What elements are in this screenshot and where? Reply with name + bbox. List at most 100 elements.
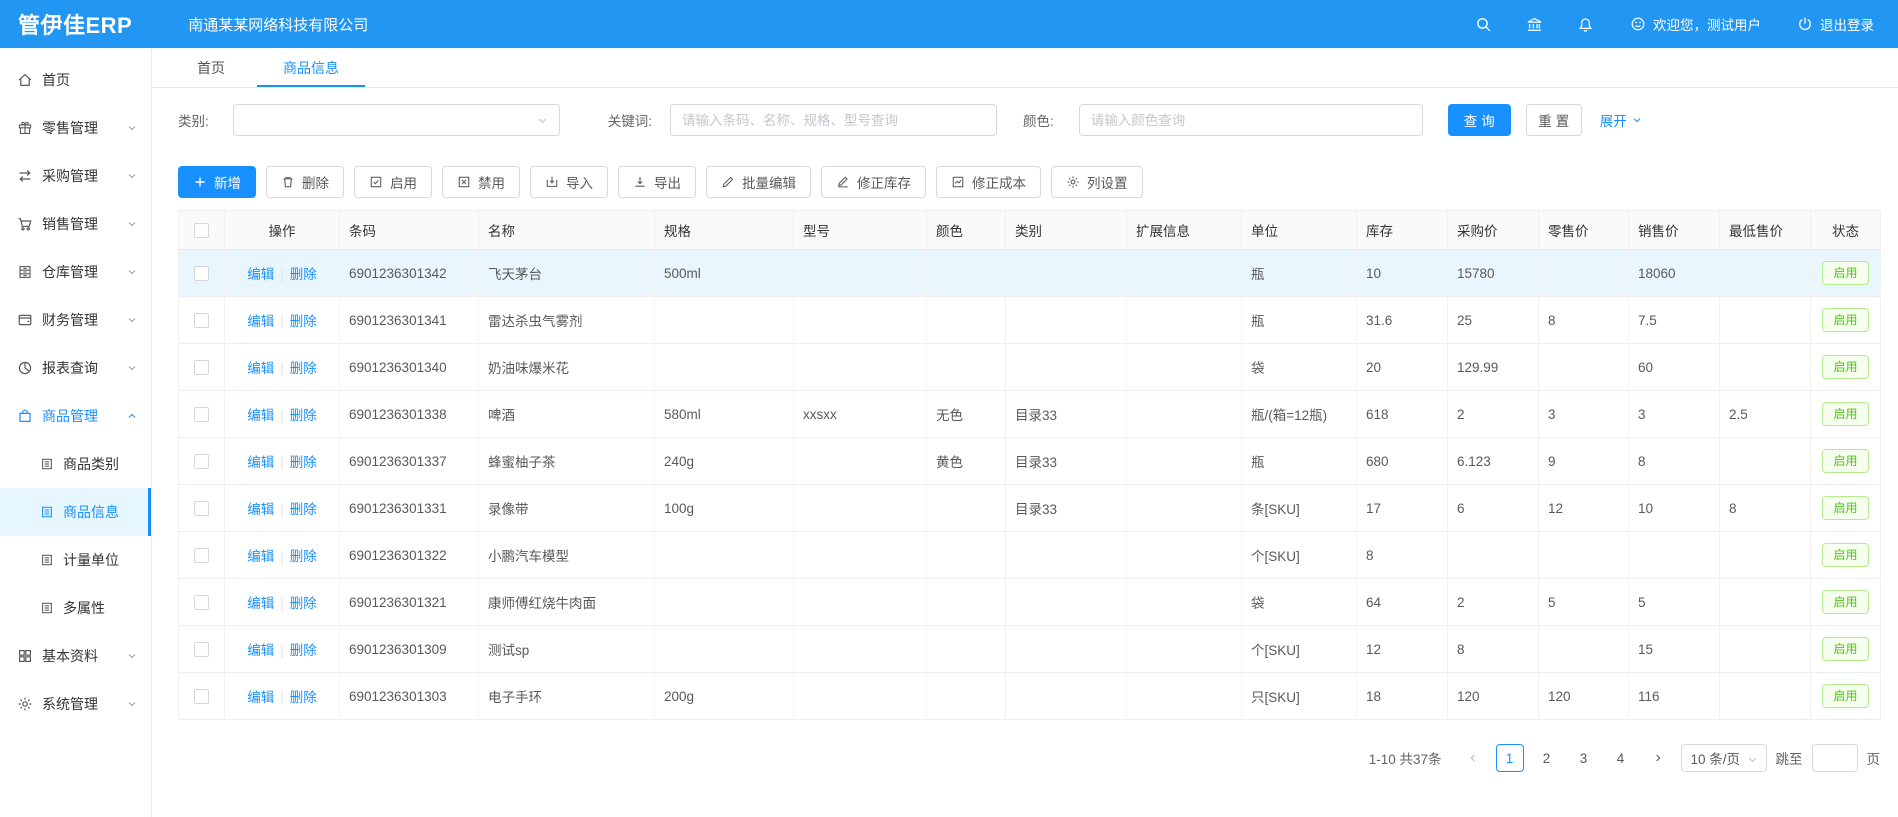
delete-link[interactable]: 删除 <box>290 455 317 470</box>
add-button[interactable]: 新增 <box>178 166 256 198</box>
sidebar-item-sales[interactable]: 销售管理 <box>0 200 151 248</box>
color-input[interactable] <box>1079 104 1423 136</box>
jump-page-input[interactable] <box>1812 744 1858 772</box>
edit-link[interactable]: 编辑 <box>247 690 274 705</box>
export-button[interactable]: 导出 <box>618 166 696 198</box>
actions-cell: 编辑|删除 <box>225 485 340 532</box>
sidebar-item-measure-unit[interactable]: 计量单位 <box>0 536 151 584</box>
grid-icon <box>17 648 33 664</box>
cell-color <box>927 673 1006 720</box>
sidebar-item-home[interactable]: 首页 <box>0 56 151 104</box>
page-button-4[interactable]: 4 <box>1607 744 1635 772</box>
page-button-2[interactable]: 2 <box>1533 744 1561 772</box>
action-separator: | <box>280 643 284 658</box>
wallet-icon <box>17 312 33 328</box>
column-settings-button[interactable]: 列设置 <box>1051 166 1143 198</box>
delete-link[interactable]: 删除 <box>290 361 317 376</box>
cell-unit: 个[SKU] <box>1242 626 1357 673</box>
delete-link[interactable]: 删除 <box>290 643 317 658</box>
edit-link[interactable]: 编辑 <box>247 643 274 658</box>
cell-model <box>794 438 927 485</box>
tab-home[interactable]: 首页 <box>197 48 225 87</box>
sidebar-item-finance[interactable]: 财务管理 <box>0 296 151 344</box>
sidebar-item-product-category[interactable]: 商品类别 <box>0 440 151 488</box>
doc-icon <box>40 601 54 615</box>
batch-edit-button[interactable]: 批量编辑 <box>706 166 811 198</box>
chevron-down-icon <box>126 314 138 326</box>
prev-page-button[interactable] <box>1459 744 1487 772</box>
row-checkbox[interactable] <box>194 595 209 610</box>
fix-cost-button[interactable]: 修正成本 <box>936 166 1041 198</box>
delete-link[interactable]: 删除 <box>290 314 317 329</box>
search-button[interactable]: 查询 <box>1448 104 1511 136</box>
cell-min-price <box>1720 579 1811 626</box>
cell-sale-price: 18060 <box>1629 250 1720 297</box>
row-checkbox[interactable] <box>194 454 209 469</box>
cell-purchase-price: 25 <box>1448 297 1539 344</box>
enable-button[interactable]: 启用 <box>354 166 432 198</box>
sidebar-item-warehouse[interactable]: 仓库管理 <box>0 248 151 296</box>
edit-link[interactable]: 编辑 <box>247 502 274 517</box>
disable-button[interactable]: 禁用 <box>442 166 520 198</box>
expand-link[interactable]: 展开 <box>1600 110 1643 130</box>
logout-button[interactable]: 退出登录 <box>1797 14 1874 34</box>
checkbox-cell <box>179 438 225 485</box>
sidebar-item-basic-data[interactable]: 基本资料 <box>0 632 151 680</box>
action-separator: | <box>280 314 284 329</box>
edit-link[interactable]: 编辑 <box>247 314 274 329</box>
sidebar-item-label: 商品类别 <box>63 454 119 474</box>
user-menu[interactable]: 欢迎您，测试用户 <box>1630 14 1761 34</box>
cell-sale-price: 10 <box>1629 485 1720 532</box>
row-checkbox[interactable] <box>194 313 209 328</box>
keyword-input[interactable] <box>670 104 997 136</box>
row-checkbox[interactable] <box>194 360 209 375</box>
delete-link[interactable]: 删除 <box>290 408 317 423</box>
cell-sale-price: 116 <box>1629 673 1720 720</box>
status-badge: 启用 <box>1822 496 1868 520</box>
row-checkbox[interactable] <box>194 266 209 281</box>
cart-icon <box>17 216 33 232</box>
bank-icon[interactable] <box>1526 16 1543 33</box>
next-page-button[interactable] <box>1644 744 1672 772</box>
sidebar-item-retail[interactable]: 零售管理 <box>0 104 151 152</box>
sidebar-item-product[interactable]: 商品管理 <box>0 392 151 440</box>
delete-link[interactable]: 删除 <box>290 502 317 517</box>
page-button-1[interactable]: 1 <box>1496 744 1524 772</box>
sidebar-item-purchase[interactable]: 采购管理 <box>0 152 151 200</box>
page-button-3[interactable]: 3 <box>1570 744 1598 772</box>
delete-link[interactable]: 删除 <box>290 549 317 564</box>
reset-button[interactable]: 重置 <box>1526 104 1582 136</box>
search-icon[interactable] <box>1475 16 1492 33</box>
row-checkbox[interactable] <box>194 407 209 422</box>
bell-icon[interactable] <box>1577 16 1594 33</box>
page-size-select[interactable]: 10 条/页 <box>1681 744 1767 772</box>
edit-link[interactable]: 编辑 <box>247 455 274 470</box>
edit-link[interactable]: 编辑 <box>247 361 274 376</box>
delete-link[interactable]: 删除 <box>290 690 317 705</box>
fix-stock-button[interactable]: 修正库存 <box>821 166 926 198</box>
cell-sale-price: 7.5 <box>1629 297 1720 344</box>
delete-button[interactable]: 删除 <box>266 166 344 198</box>
main-area: 首页商品信息 类别: 关键词: 颜色: 查询 重置 展开 <box>152 48 1898 817</box>
category-select[interactable] <box>233 104 560 136</box>
check-square-icon <box>369 175 383 189</box>
row-checkbox[interactable] <box>194 689 209 704</box>
edit-link[interactable]: 编辑 <box>247 596 274 611</box>
sidebar-item-multi-attribute[interactable]: 多属性 <box>0 584 151 632</box>
row-checkbox[interactable] <box>194 642 209 657</box>
row-checkbox[interactable] <box>194 501 209 516</box>
action-separator: | <box>280 455 284 470</box>
row-checkbox[interactable] <box>194 548 209 563</box>
sidebar-item-system[interactable]: 系统管理 <box>0 680 151 728</box>
edit-link[interactable]: 编辑 <box>247 408 274 423</box>
edit-link[interactable]: 编辑 <box>247 267 274 282</box>
sidebar-item-report[interactable]: 报表查询 <box>0 344 151 392</box>
sidebar-item-product-info[interactable]: 商品信息 <box>0 488 151 536</box>
edit-link[interactable]: 编辑 <box>247 549 274 564</box>
delete-link[interactable]: 删除 <box>290 267 317 282</box>
tab-product-info[interactable]: 商品信息 <box>283 48 339 87</box>
delete-link[interactable]: 删除 <box>290 596 317 611</box>
import-button[interactable]: 导入 <box>530 166 608 198</box>
column-header: 状态 <box>1811 211 1881 250</box>
select-all-checkbox[interactable] <box>194 223 209 238</box>
